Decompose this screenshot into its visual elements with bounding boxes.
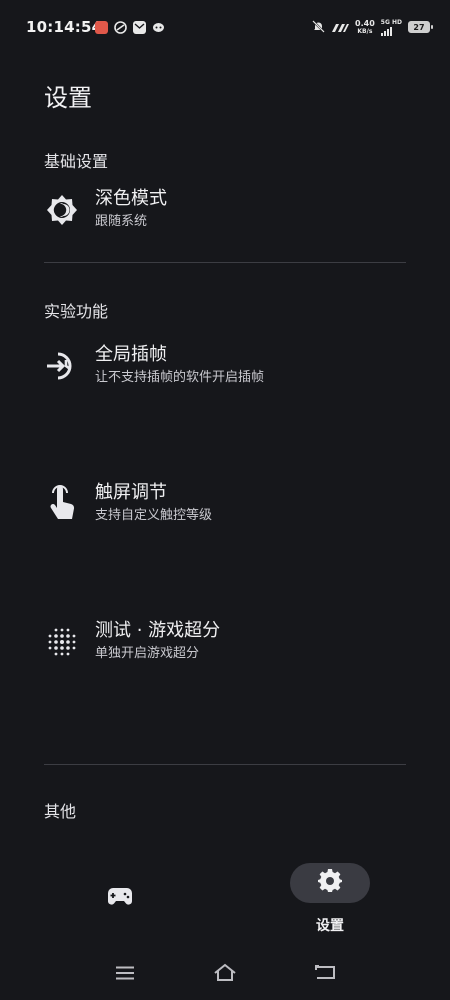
back-button[interactable]: [311, 962, 339, 986]
nav-settings-tab[interactable]: 设置: [290, 863, 370, 934]
dot-grid-icon: [42, 622, 82, 662]
setting-touch-adjust[interactable]: 触屏调节 支持自定义触控等级: [0, 478, 450, 548]
nav-settings-label: 设置: [316, 918, 344, 934]
setting-subtitle: 跟随系统: [95, 214, 148, 229]
gamepad-icon: [107, 886, 133, 910]
mute-icon: [312, 18, 325, 37]
notification-icons: [95, 18, 165, 36]
bottom-nav: 设置: [0, 855, 450, 945]
setting-title: 全局插帧: [95, 344, 167, 365]
home-icon: [213, 963, 237, 985]
setting-subtitle: 单独开启游戏超分: [95, 646, 200, 661]
setting-subtitle: 支持自定义触控等级: [95, 508, 213, 523]
status-bar: 10:14:54 0.40 KB/s 5G HD 27: [0, 0, 450, 56]
browser-notification-icon: [114, 20, 127, 34]
setting-game-upscaling[interactable]: 测试 · 游戏超分 单独开启游戏超分: [0, 616, 450, 686]
message-notification-icon: [152, 21, 165, 34]
section-header-other: 其他: [44, 802, 77, 821]
net-speed-unit: KB/s: [357, 28, 373, 35]
divider: [44, 262, 406, 263]
menu-button[interactable]: [111, 962, 139, 986]
frame-interpolation-icon: [42, 346, 82, 386]
net-speed: 0.40 KB/s: [355, 19, 375, 35]
nav-settings-pill[interactable]: [290, 863, 370, 903]
status-right: 0.40 KB/s 5G HD 27: [312, 14, 433, 40]
signal-bars-icon: [380, 26, 402, 36]
back-icon: [314, 964, 336, 984]
section-header-basic: 基础设置: [44, 152, 109, 171]
setting-subtitle: 让不支持插帧的软件开启插帧: [95, 370, 265, 385]
battery-level: 27: [413, 22, 425, 32]
battery-icon: 27: [408, 21, 433, 33]
setting-dark-mode[interactable]: 深色模式 跟随系统: [0, 184, 450, 254]
mail-notification-icon: [133, 20, 146, 34]
gear-icon: [318, 869, 342, 897]
system-nav-bar: [0, 950, 450, 1000]
setting-title: 触屏调节: [95, 482, 167, 503]
status-time: 10:14:54: [26, 18, 103, 36]
network-type: 5G HD: [380, 18, 402, 26]
home-button[interactable]: [211, 962, 239, 986]
section-header-experimental: 实验功能: [44, 302, 109, 321]
net-speed-value: 0.40: [355, 19, 375, 28]
carrier-logo-icon: [331, 18, 350, 37]
divider: [44, 764, 406, 765]
dark-mode-icon: [42, 190, 82, 230]
page-title: 设置: [44, 84, 92, 112]
network-tags: 5G HD: [380, 18, 402, 36]
app-notification-icon: [95, 20, 108, 34]
touch-icon: [42, 484, 82, 524]
nav-games-tab[interactable]: [95, 883, 145, 913]
setting-title: 深色模式: [95, 188, 167, 209]
setting-title: 测试 · 游戏超分: [95, 620, 221, 641]
setting-frame-interpolation[interactable]: 全局插帧 让不支持插帧的软件开启插帧: [0, 340, 450, 410]
menu-icon: [115, 965, 135, 984]
